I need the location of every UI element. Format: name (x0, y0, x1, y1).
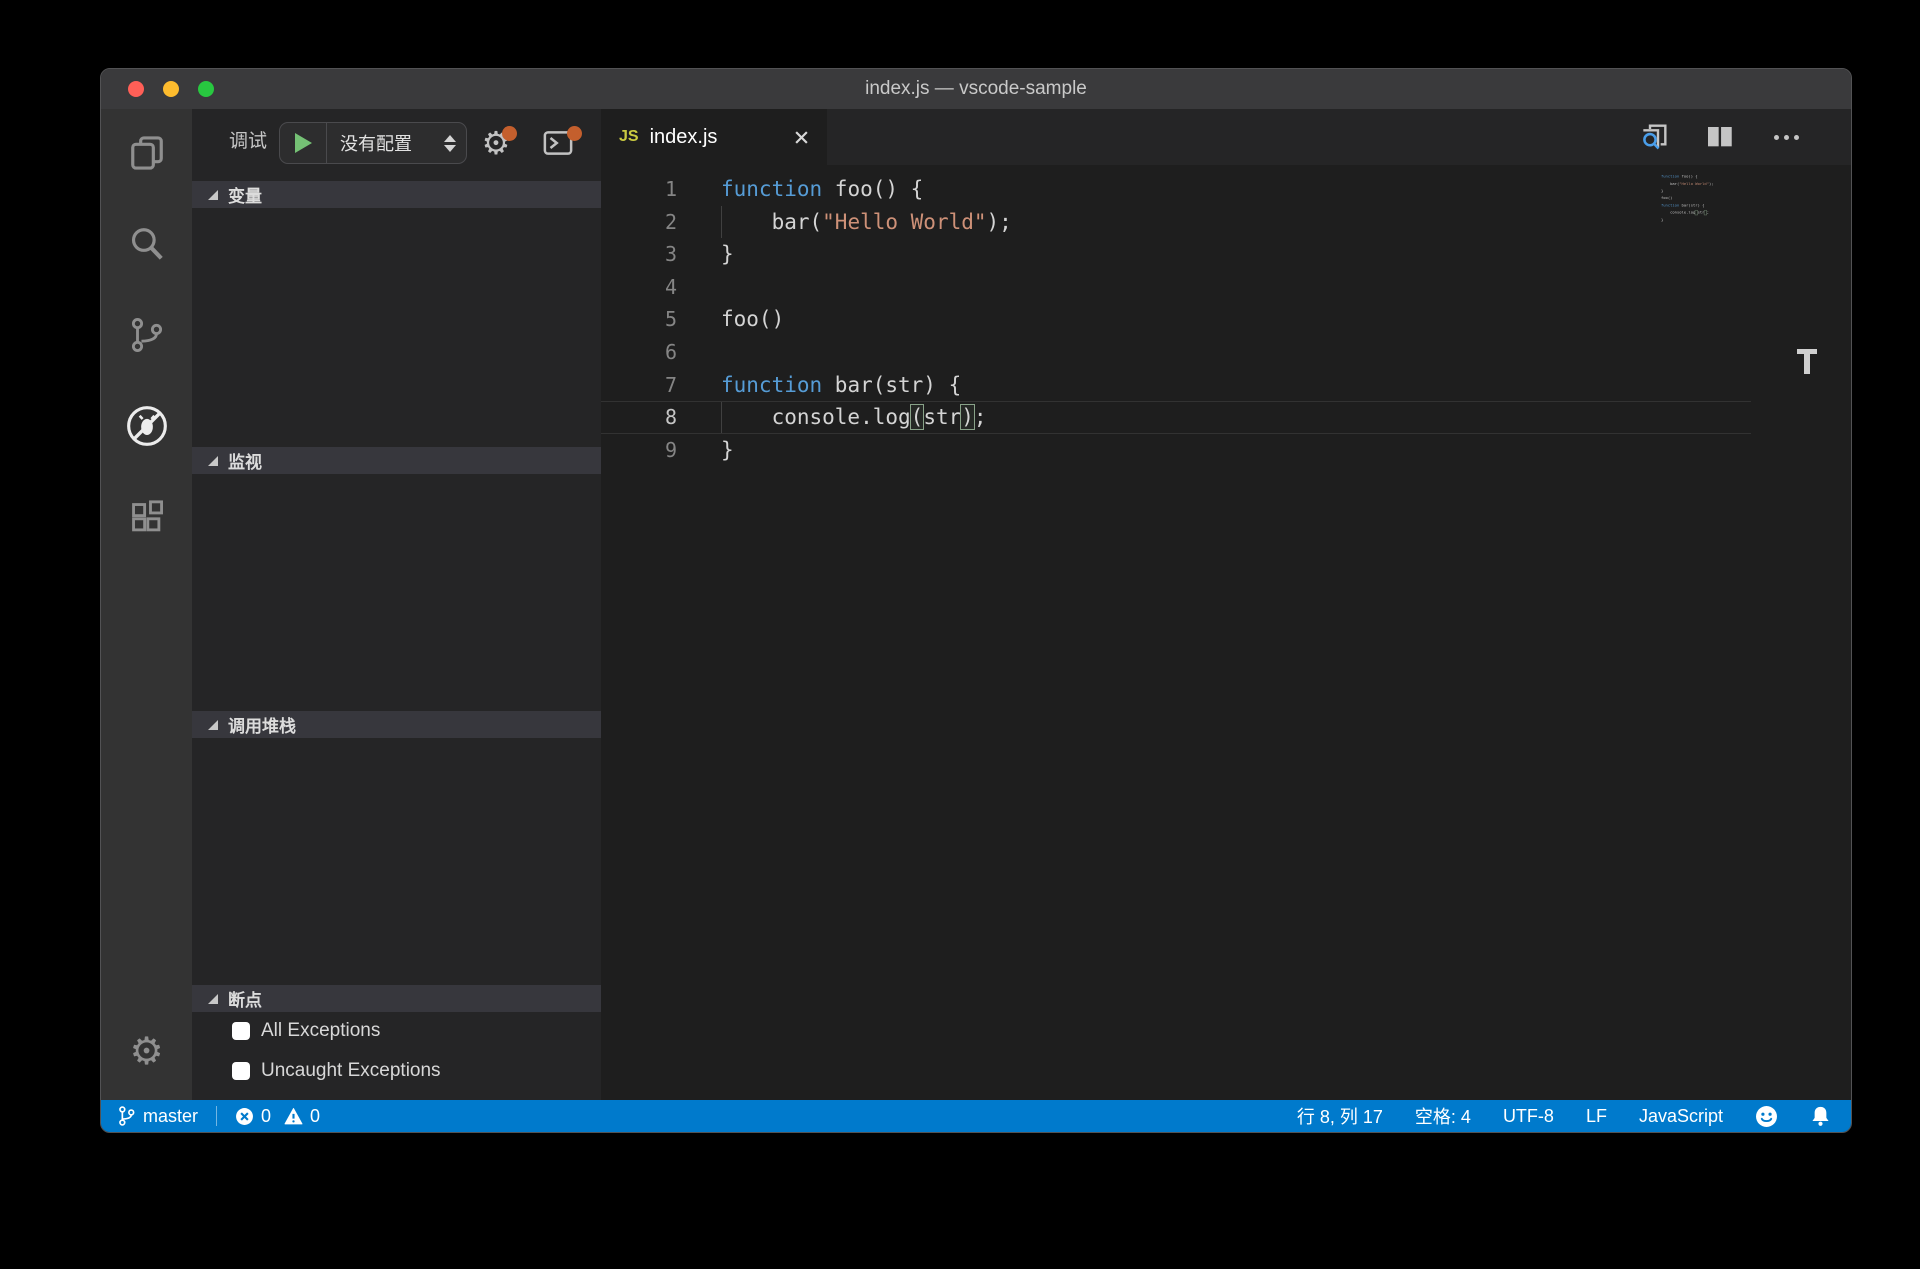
more-actions-icon[interactable] (1769, 120, 1803, 154)
status-bar: master 0 0 行 8, 列 17 (101, 1100, 1851, 1132)
minimap[interactable]: function foo() { bar("Hello World");}foo… (1661, 173, 1759, 224)
dropdown-spinner-icon (444, 135, 456, 152)
checkbox[interactable] (232, 1022, 250, 1040)
line-number[interactable]: 2 (601, 206, 677, 239)
cursor-position[interactable]: 行 8, 列 17 (1297, 1103, 1383, 1129)
debug-config-dropdown[interactable]: 没有配置 (279, 122, 467, 164)
branch-icon (117, 1105, 136, 1127)
breakpoint-uncaught-exceptions[interactable]: Uncaught Exceptions (192, 1051, 601, 1091)
code-line-9[interactable]: 9} (601, 434, 1751, 467)
checkbox[interactable] (232, 1062, 250, 1080)
eol-indicator[interactable]: LF (1586, 1106, 1607, 1127)
error-icon (235, 1107, 254, 1126)
section-variables[interactable]: 变量 (192, 181, 601, 208)
warning-icon (284, 1107, 303, 1126)
code-editor[interactable]: 1function foo() {2 bar("Hello World");3}… (601, 165, 1851, 1100)
line-content[interactable]: } (721, 238, 734, 271)
split-editor-icon[interactable] (1703, 120, 1737, 154)
indent-guide (721, 206, 722, 239)
line-content[interactable]: foo() (721, 303, 784, 336)
breakpoint-all-exceptions[interactable]: All Exceptions (192, 1011, 601, 1051)
twistie-icon (208, 994, 218, 1004)
find-in-files-icon[interactable] (1637, 120, 1671, 154)
title-bar[interactable]: index.js — vscode-sample (101, 69, 1851, 110)
line-number[interactable]: 4 (601, 271, 677, 304)
code-line-2[interactable]: 2 bar("Hello World"); (601, 206, 1751, 239)
section-call-stack[interactable]: 调用堆栈 (192, 711, 601, 738)
minimap-line: } (1661, 216, 1759, 223)
minimap-line: function foo() { (1661, 173, 1759, 180)
line-content[interactable]: bar("Hello World"); (721, 206, 1012, 239)
code-line-4[interactable]: 4 (601, 271, 1751, 304)
feedback-smiley-icon[interactable] (1755, 1105, 1778, 1128)
twistie-icon (208, 456, 218, 466)
javascript-file-icon: JS (619, 128, 639, 146)
play-icon (295, 133, 312, 153)
line-number[interactable]: 8 (601, 402, 677, 433)
line-number[interactable]: 7 (601, 369, 677, 402)
debug-sidebar: 调试 没有配置 ⚙ (192, 109, 601, 1100)
problems-indicator[interactable]: 0 0 (235, 1106, 320, 1127)
git-branch-indicator[interactable]: master (117, 1105, 198, 1127)
configure-debug-button[interactable]: ⚙ (475, 122, 517, 164)
line-content[interactable]: console.log(str); (721, 402, 987, 433)
window-title: index.js — vscode-sample (101, 69, 1851, 109)
code-line-1[interactable]: 1 function foo() { (601, 173, 1751, 206)
code-line-7[interactable]: 7 function bar(str) { (601, 369, 1751, 402)
twistie-icon (208, 190, 218, 200)
code-line-3[interactable]: 3} (601, 238, 1751, 271)
settings-gear-icon[interactable]: ⚙ (125, 1030, 169, 1074)
twistie-icon (208, 720, 218, 730)
close-window-button[interactable] (128, 81, 144, 97)
debug-icon[interactable] (125, 404, 169, 448)
editor-actions (1637, 109, 1803, 165)
minimap-line: } (1661, 187, 1759, 194)
debug-config-label: 没有配置 (327, 130, 444, 156)
editor-pane: JS index.js (601, 109, 1851, 1100)
code-line-6[interactable]: 6 (601, 336, 1751, 369)
zoom-window-button[interactable] (198, 81, 214, 97)
start-debug-button[interactable] (280, 123, 327, 163)
scrollbar-decoration (1797, 349, 1817, 375)
line-content[interactable]: function bar(str) { (721, 369, 961, 402)
debug-toolbar: 调试 没有配置 ⚙ (192, 109, 601, 167)
code-line-5[interactable]: 5 foo() (601, 303, 1751, 336)
minimap-line: foo() (1661, 195, 1759, 202)
vscode-window: index.js — vscode-sample (100, 68, 1852, 1133)
debug-panel-title: 调试 (229, 121, 267, 163)
line-number[interactable]: 6 (601, 336, 677, 369)
line-content[interactable]: } (721, 434, 734, 467)
minimap-line: bar("Hello World"); (1661, 180, 1759, 187)
line-number[interactable]: 3 (601, 238, 677, 271)
minimap-line: function bar(str) { (1661, 202, 1759, 209)
notification-badge (567, 126, 582, 141)
line-number[interactable]: 9 (601, 434, 677, 467)
extensions-icon[interactable] (125, 496, 169, 540)
indent-guide (721, 402, 722, 433)
encoding-indicator[interactable]: UTF-8 (1503, 1106, 1554, 1127)
close-tab-icon[interactable] (794, 130, 809, 145)
line-content[interactable]: function foo() { (721, 173, 923, 206)
indentation-indicator[interactable]: 空格: 4 (1415, 1103, 1471, 1129)
divider (216, 1106, 217, 1126)
search-icon[interactable] (125, 222, 169, 266)
notification-badge (502, 126, 517, 141)
minimize-window-button[interactable] (163, 81, 179, 97)
code-line-8[interactable]: 8 console.log(str); (601, 401, 1751, 434)
tab-index-js[interactable]: JS index.js (601, 109, 827, 165)
source-control-icon[interactable] (125, 313, 169, 357)
activity-bar: ⚙ (101, 109, 192, 1100)
debug-console-button[interactable] (535, 122, 581, 164)
explorer-icon[interactable] (125, 131, 169, 175)
section-breakpoints[interactable]: 断点 (192, 985, 601, 1012)
line-number[interactable]: 5 (601, 303, 677, 336)
minimap-line: console.log(str); (1661, 209, 1759, 216)
notifications-bell-icon[interactable] (1810, 1105, 1831, 1128)
section-watch[interactable]: 监视 (192, 447, 601, 474)
line-number[interactable]: 1 (601, 173, 677, 206)
tab-bar: JS index.js (601, 109, 1851, 165)
language-mode[interactable]: JavaScript (1639, 1106, 1723, 1127)
